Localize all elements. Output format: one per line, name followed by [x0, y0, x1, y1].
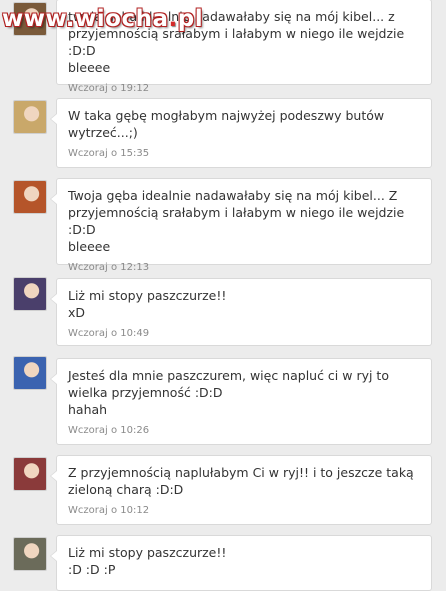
- user-photo: [14, 538, 46, 570]
- comment-bubble: W taka gębę mogłabym najwyżej podeszwy b…: [50, 98, 432, 168]
- avatar[interactable]: [13, 457, 47, 491]
- comment-text: Liż mi stopy paszczurze!! xD: [68, 288, 227, 320]
- comment-text: Jesteś dla mnie paszczurem, więc napluć …: [68, 368, 389, 417]
- comment-feed: www.wiocha.pl twoja gęba idealnie nadawa…: [0, 0, 446, 591]
- comment-bubble: Liż mi stopy paszczurze!! xD Wczoraj o 1…: [50, 278, 432, 346]
- comment-timestamp[interactable]: Wczoraj o 10:12: [68, 504, 421, 517]
- avatar[interactable]: [13, 180, 47, 214]
- comment-timestamp[interactable]: Wczoraj o 19:12: [68, 82, 421, 95]
- avatar[interactable]: [13, 100, 47, 134]
- comment-text: Twoja gęba idealnie nadawałaby się na mó…: [68, 188, 405, 254]
- comment-text: Z przyjemnością naplułabym Ci w ryj!! i …: [68, 465, 414, 497]
- comment-timestamp[interactable]: Wczoraj o 12:13: [68, 261, 421, 274]
- avatar[interactable]: [13, 537, 47, 571]
- comment-timestamp[interactable]: Wczoraj o 10:49: [68, 327, 421, 340]
- comment-text: Liż mi stopy paszczurze!! :D :D :P: [68, 545, 227, 577]
- comment-text: W taka gębę mogłabym najwyżej podeszwy b…: [68, 108, 385, 140]
- comment-bubble: Liż mi stopy paszczurze!! :D :D :P: [50, 535, 432, 591]
- user-photo: [14, 458, 46, 490]
- user-photo: [14, 278, 46, 310]
- comment-bubble: Z przyjemnością naplułabym Ci w ryj!! i …: [50, 455, 432, 525]
- user-photo: [14, 3, 46, 35]
- user-photo: [14, 181, 46, 213]
- avatar[interactable]: [13, 277, 47, 311]
- user-photo: [14, 357, 46, 389]
- comment-bubble: twoja gęba idealnie nadawałaby się na mó…: [50, 0, 432, 94]
- comment-bubble: Twoja gęba idealnie nadawałaby się na mó…: [50, 178, 432, 273]
- comment-timestamp[interactable]: Wczoraj o 10:26: [68, 424, 421, 437]
- comment-text: twoja gęba idealnie nadawałaby się na mó…: [68, 9, 405, 75]
- avatar[interactable]: [13, 356, 47, 390]
- user-photo: [14, 101, 46, 133]
- comment-timestamp[interactable]: Wczoraj o 15:35: [68, 147, 421, 160]
- avatar[interactable]: [13, 2, 47, 36]
- comment-bubble: Jesteś dla mnie paszczurem, więc napluć …: [50, 358, 432, 445]
